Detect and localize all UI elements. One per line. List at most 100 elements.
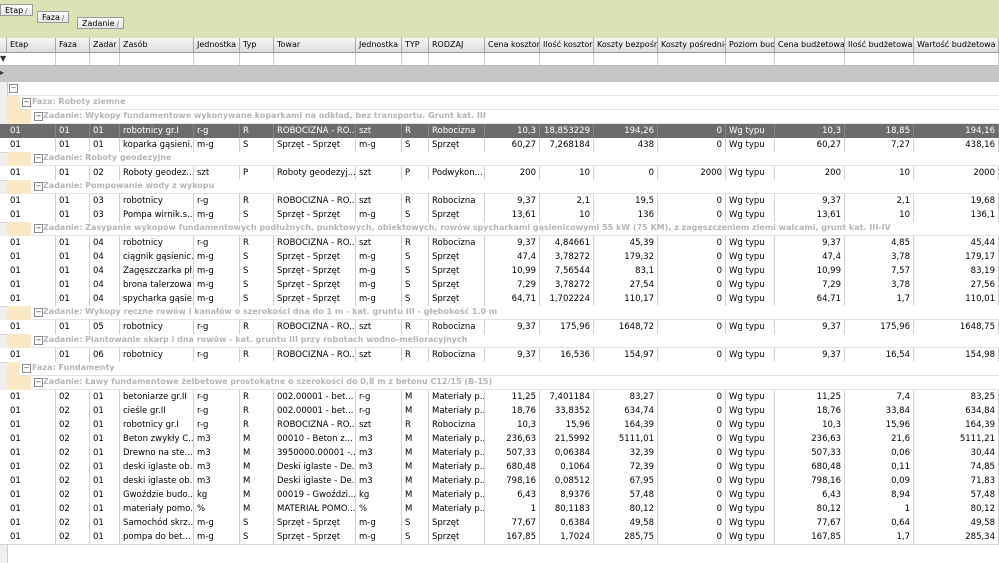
filter-row[interactable]: ▼ [0, 53, 999, 66]
table-cell[interactable]: 0 [658, 474, 726, 488]
table-cell[interactable]: 9,37 [485, 194, 540, 208]
table-cell[interactable]: S [402, 278, 429, 292]
column-header[interactable]: Typ [240, 38, 274, 52]
table-cell[interactable]: robotnicy [120, 320, 194, 334]
group-by-panel[interactable]: Etap / Faza / Zadanie / [0, 0, 999, 38]
table-cell[interactable]: 9,37 [775, 348, 845, 362]
table-cell[interactable]: deski iglaste ob... [120, 474, 194, 488]
table-cell[interactable]: Wg typu [726, 418, 775, 432]
table-cell[interactable]: 2000 [914, 166, 999, 180]
collapse-icon[interactable]: − [34, 154, 43, 163]
table-cell[interactable]: 200 [485, 166, 540, 180]
table-row[interactable]: 01 02 01 Beton zwykły C... m3 M 00010 - Beton … [0, 432, 999, 447]
table-cell[interactable]: 64,71 [775, 292, 845, 306]
table-cell[interactable]: Wg typu [726, 264, 775, 278]
table-cell[interactable]: r-g [356, 390, 402, 404]
table-cell[interactable]: 002.00001 - bet... [274, 390, 356, 404]
table-cell[interactable]: deski iglaste ob... [120, 460, 194, 474]
table-cell[interactable]: 9,37 [485, 236, 540, 250]
table-cell[interactable]: R [240, 404, 274, 418]
table-cell[interactable]: 110,17 [594, 292, 658, 306]
table-cell[interactable]: M [240, 446, 274, 460]
table-cell[interactable]: 01 [7, 502, 56, 516]
table-cell[interactable]: 80,1183 [540, 502, 594, 516]
column-header[interactable]: Zasób [120, 38, 194, 52]
table-cell[interactable]: Drewno na ste... [120, 446, 194, 460]
table-cell[interactable]: 3950000.00001 -... [274, 446, 356, 460]
table-cell[interactable]: P [240, 166, 274, 180]
table-cell[interactable]: 83,1 [594, 264, 658, 278]
table-cell[interactable]: Sprzęt - Sprzęt [274, 208, 356, 222]
table-cell[interactable]: 02 [56, 418, 90, 432]
table-cell[interactable]: m-g [356, 516, 402, 530]
table-cell[interactable]: ROBOCIZNA - RO... [274, 320, 356, 334]
table-cell[interactable]: 3,78272 [540, 250, 594, 264]
table-cell[interactable]: r-g [194, 348, 240, 362]
table-cell[interactable]: MATERIAŁ POMO... [274, 502, 356, 516]
table-cell[interactable]: robotnicy gr.I [120, 418, 194, 432]
table-cell[interactable]: 7,57 [845, 264, 914, 278]
table-cell[interactable]: m-g [194, 264, 240, 278]
table-cell[interactable]: 01 [7, 236, 56, 250]
table-cell[interactable]: 0 [658, 432, 726, 446]
table-cell[interactable]: kg [356, 488, 402, 502]
table-cell[interactable]: 33,84 [845, 404, 914, 418]
table-cell[interactable]: betoniarze gr.II [120, 390, 194, 404]
column-header[interactable]: Ilość kosztor [540, 38, 594, 52]
table-cell[interactable]: koparka gąsieni... [120, 138, 194, 152]
table-cell[interactable]: R [402, 236, 429, 250]
table-cell[interactable]: 01 [56, 208, 90, 222]
table-cell[interactable]: 0 [658, 138, 726, 152]
table-cell[interactable]: 3,78 [845, 278, 914, 292]
table-cell[interactable]: 0 [658, 320, 726, 334]
zadanie-group-row[interactable]: − Zadanie: Pompowanie wody z wykopu [7, 180, 999, 194]
table-cell[interactable]: 83,27 [594, 390, 658, 404]
table-cell[interactable]: 1648,75 [914, 320, 999, 334]
collapse-icon[interactable]: − [34, 112, 43, 121]
table-cell[interactable]: m-g [356, 208, 402, 222]
table-cell[interactable]: 175,96 [540, 320, 594, 334]
table-cell[interactable]: Materiały p... [429, 404, 485, 418]
table-cell[interactable]: 0 [594, 166, 658, 180]
table-cell[interactable]: 7,268184 [540, 138, 594, 152]
table-cell[interactable]: 03 [90, 208, 120, 222]
table-cell[interactable]: 01 [90, 460, 120, 474]
table-row[interactable]: 01 02 01 materiały pomo...% M MATERIAŁ POMO..… [0, 502, 999, 517]
table-cell[interactable]: 18,853229 [540, 124, 594, 138]
table-cell[interactable]: M [402, 446, 429, 460]
table-cell[interactable]: 02 [56, 432, 90, 446]
table-cell[interactable]: Sprzęt [429, 292, 485, 306]
filter-cell[interactable] [726, 53, 775, 65]
column-header[interactable]: Jednostka [356, 38, 402, 52]
table-row[interactable]: 01 02 01 Samochód skrz... m-g S Sprzęt - Sprzę… [0, 516, 999, 531]
table-cell[interactable]: S [240, 138, 274, 152]
table-cell[interactable]: 0 [658, 516, 726, 530]
table-row[interactable]: 01 01 04 brona talerzowa m-g S Sprzęt - Sprzęt… [0, 278, 999, 293]
table-cell[interactable]: 1 [485, 502, 540, 516]
table-cell[interactable]: r-g [194, 390, 240, 404]
table-cell[interactable]: r-g [194, 320, 240, 334]
table-cell[interactable]: 0 [658, 264, 726, 278]
table-row[interactable]: 01 01 04 spycharka gąsie... m-g S Sprzęt - Spr… [0, 292, 999, 307]
table-cell[interactable]: Wg typu [726, 474, 775, 488]
table-cell[interactable]: szt [356, 348, 402, 362]
table-cell[interactable]: S [402, 516, 429, 530]
table-cell[interactable]: S [240, 250, 274, 264]
filter-cell[interactable] [429, 53, 485, 65]
filter-cell[interactable] [356, 53, 402, 65]
table-cell[interactable]: 00010 - Beton z... [274, 432, 356, 446]
table-cell[interactable]: 13,61 [485, 208, 540, 222]
table-cell[interactable]: 10,99 [485, 264, 540, 278]
table-cell[interactable]: 01 [90, 530, 120, 544]
table-cell[interactable]: 4,84661 [540, 236, 594, 250]
table-cell[interactable]: 64,71 [485, 292, 540, 306]
table-cell[interactable]: 1,7 [845, 530, 914, 544]
table-row[interactable]: 01 01 01 koparka gąsieni... m-g S Sprzęt - Spr… [0, 138, 999, 153]
table-cell[interactable]: 21,5992 [540, 432, 594, 446]
table-cell[interactable]: 0 [658, 236, 726, 250]
table-cell[interactable]: 3,78272 [540, 278, 594, 292]
table-cell[interactable]: Beton zwykły C... [120, 432, 194, 446]
column-header[interactable]: TYP [402, 38, 429, 52]
table-cell[interactable]: m-g [194, 530, 240, 544]
group-chip-zadanie[interactable]: Zadanie / [77, 17, 124, 29]
